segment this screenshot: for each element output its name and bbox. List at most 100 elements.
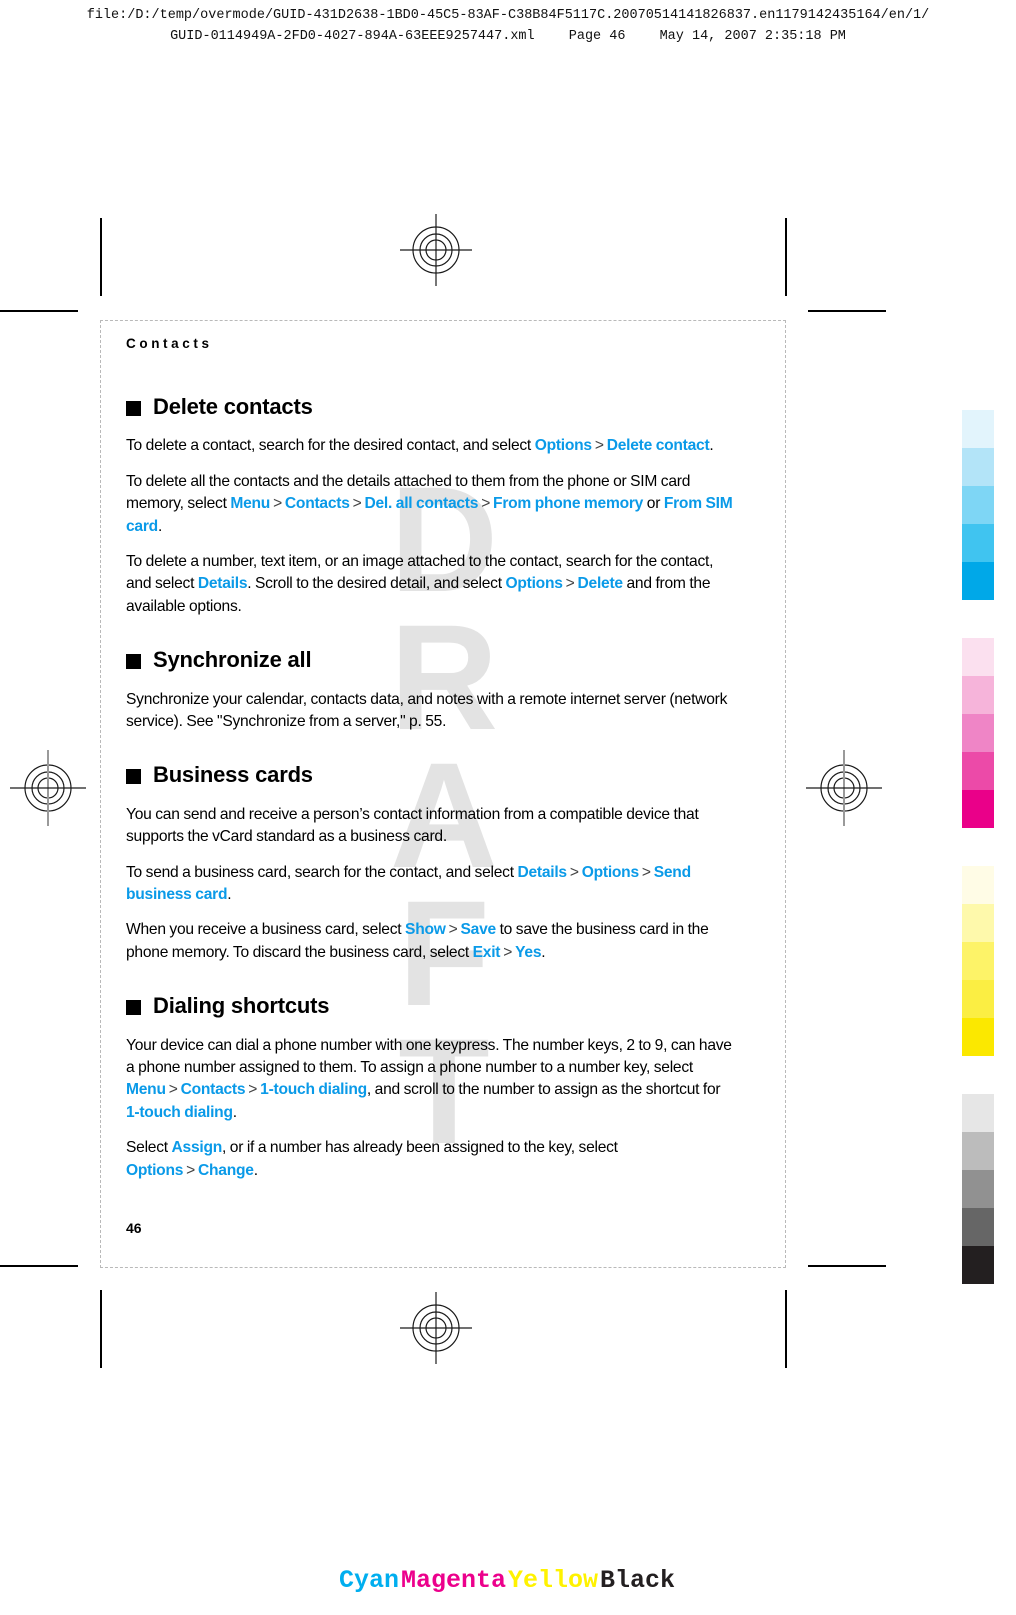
chevron-right-icon: > [168, 1081, 178, 1099]
body-text: . [232, 1103, 237, 1121]
ui-command-label[interactable]: Yes [515, 944, 541, 961]
ui-command-label[interactable]: Exit [473, 944, 501, 961]
color-name-black: Black [600, 1566, 676, 1595]
color-swatch-yellow-2 [962, 904, 994, 942]
color-name-magenta: Magenta [400, 1566, 506, 1595]
paragraph-p-delete-one: To delete a contact, search for the desi… [126, 435, 736, 457]
color-bar-names: CyanMagentaYellowBlack [0, 1566, 1016, 1595]
print-header-meta: GUID-0114949A-2FD0-4027-894A-63EEE925744… [0, 27, 1016, 48]
color-name-cyan: Cyan [338, 1566, 399, 1595]
color-swatch-black-1 [962, 1094, 994, 1132]
square-bullet-icon [126, 999, 141, 1015]
section-heading-label: Dialing shortcuts [153, 993, 330, 1019]
ui-command-label[interactable]: Options [506, 575, 563, 592]
color-strip-gap [962, 1056, 994, 1094]
body-text: Your device can dial a phone number with… [126, 1036, 732, 1076]
body-text: . [541, 943, 546, 961]
section-heading-dialing-shortcuts: Dialing shortcuts [126, 994, 736, 1018]
manual-page: Contacts Delete contacts To delete a cont… [126, 336, 736, 1256]
ui-command-label[interactable]: Menu [126, 1081, 166, 1098]
color-swatch-magenta-5 [962, 790, 994, 828]
page-number: 46 [126, 1220, 142, 1236]
ui-command-label[interactable]: Delete contact [607, 437, 710, 454]
paragraph-p-vcard: You can send and receive a person’s cont… [126, 804, 736, 849]
paragraph-p-assign: Select Assign, or if a number has alread… [126, 1137, 736, 1182]
ui-command-label[interactable]: Details [198, 575, 248, 592]
chevron-right-icon: > [641, 863, 651, 881]
chevron-right-icon: > [352, 495, 362, 513]
ui-command-label[interactable]: Assign [172, 1139, 223, 1156]
color-swatch-cyan-3 [962, 486, 994, 524]
body-text: . [709, 437, 714, 455]
color-swatch-cyan-5 [962, 562, 994, 600]
registration-mark-right [800, 744, 888, 832]
ui-command-label[interactable]: Delete [578, 575, 624, 592]
crop-mark-bottom-right-horizontal [808, 1265, 886, 1267]
ui-command-label[interactable]: Save [461, 921, 497, 938]
body-text: , or if a number has already been assign… [222, 1139, 618, 1157]
color-swatch-cyan-4 [962, 524, 994, 562]
paragraph-p-delete-all: To delete all the contacts and the detai… [126, 471, 736, 538]
section-heading-delete-contacts: Delete contacts [126, 394, 736, 419]
ui-command-label[interactable]: Contacts [181, 1081, 246, 1098]
color-swatch-magenta-2 [962, 676, 994, 714]
ui-command-label[interactable]: Show [405, 921, 446, 938]
square-bullet-icon [126, 653, 141, 669]
chevron-right-icon: > [248, 1081, 258, 1099]
section-heading-business-cards: Business cards [126, 763, 736, 787]
chevron-right-icon: > [186, 1161, 196, 1179]
registration-mark-top [398, 212, 474, 288]
color-swatch-cyan-1 [962, 410, 994, 448]
body-text: Select [126, 1139, 172, 1157]
crop-mark-top-right-horizontal [808, 310, 886, 312]
color-strip-magenta [962, 638, 994, 828]
crop-mark-bottom-left-vertical [100, 1290, 102, 1368]
square-bullet-icon [126, 400, 141, 416]
color-swatch-yellow-4 [962, 980, 994, 1018]
body-text: . [157, 517, 163, 535]
color-swatch-yellow-3 [962, 942, 994, 980]
color-strip-gap [962, 828, 994, 866]
color-swatch-cyan-2 [962, 448, 994, 486]
color-swatch-yellow-1 [962, 866, 994, 904]
ui-command-label[interactable]: Options [582, 864, 639, 881]
ui-command-label[interactable]: Contacts [285, 495, 350, 512]
print-header: file:/D:/temp/overmode/GUID-431D2638-1BD… [0, 6, 1016, 48]
color-swatch-magenta-1 [962, 638, 994, 676]
crop-mark-bottom-right-vertical [785, 1290, 787, 1368]
body-text: When you receive a business card, select [126, 921, 406, 939]
section-list: Delete contacts To delete a contact, sear… [126, 394, 736, 1182]
chevron-right-icon: > [565, 575, 575, 593]
ui-command-label[interactable]: Options [535, 437, 592, 454]
ui-command-label[interactable]: Del. all contacts [365, 495, 479, 512]
paragraph-p-sync: Synchronize your calendar, contacts data… [126, 689, 736, 734]
print-header-url: file:/D:/temp/overmode/GUID-431D2638-1BD… [86, 8, 930, 23]
body-text: You can send and receive a person’s cont… [126, 805, 699, 846]
color-swatch-black-3 [962, 1170, 994, 1208]
crop-mark-top-right-vertical [785, 218, 787, 296]
ui-command-label[interactable]: Change [198, 1162, 254, 1179]
registration-mark-left [4, 744, 92, 832]
color-swatch-magenta-3 [962, 714, 994, 752]
color-swatch-black-4 [962, 1208, 994, 1246]
chevron-right-icon: > [503, 943, 513, 961]
section-heading-synchronize-all: Synchronize all [126, 648, 736, 672]
body-text: To send a business card, search for the … [126, 863, 518, 881]
ui-command-label[interactable]: 1-touch dialing [126, 1104, 233, 1121]
ui-command-label[interactable]: Details [517, 864, 567, 881]
chevron-right-icon: > [448, 921, 458, 939]
color-strip-gap [962, 600, 994, 638]
ui-command-label[interactable]: From phone memory [493, 495, 643, 512]
crop-mark-bottom-left-horizontal [0, 1265, 78, 1267]
ui-command-label[interactable]: Menu [230, 495, 270, 512]
paragraph-p-delete-detail: To delete a number, text item, or an ima… [126, 551, 736, 618]
color-strip-cyan [962, 410, 994, 600]
color-name-yellow: Yellow [508, 1566, 599, 1595]
body-text: . Scroll to the desired detail, and sele… [247, 575, 506, 593]
color-swatch-black-2 [962, 1132, 994, 1170]
ui-command-label[interactable]: Options [126, 1162, 183, 1179]
ui-command-label[interactable]: 1-touch dialing [260, 1081, 367, 1098]
chevron-right-icon: > [273, 495, 282, 513]
print-header-filename: GUID-0114949A-2FD0-4027-894A-63EEE925744… [170, 28, 535, 44]
body-text: , and scroll to the number to assign as … [366, 1081, 721, 1099]
